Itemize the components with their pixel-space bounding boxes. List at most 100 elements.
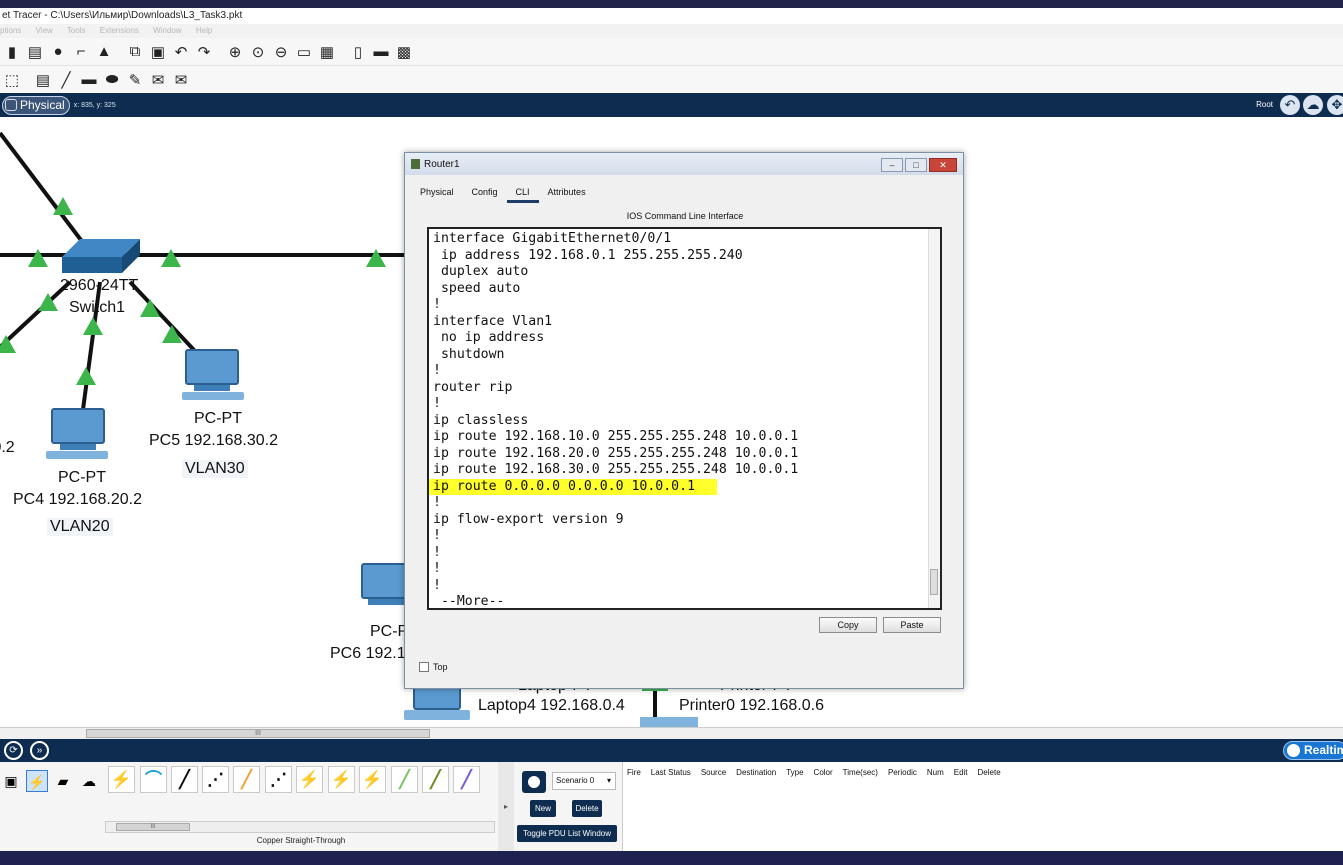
- realtime-label: Realtime: [1304, 743, 1343, 757]
- menu-extensions[interactable]: Extensions: [100, 26, 139, 35]
- workspace-hscroll-thumb[interactable]: III: [86, 729, 430, 738]
- copy-icon[interactable]: ⧉: [125, 42, 145, 62]
- image-icon[interactable]: ▩: [394, 42, 414, 62]
- minimize-icon[interactable]: ‒: [881, 158, 903, 172]
- fast-forward-icon[interactable]: »: [30, 741, 49, 760]
- paste-button[interactable]: Paste: [883, 617, 941, 633]
- auto-cable-icon[interactable]: ⚡: [108, 766, 135, 793]
- maximize-icon[interactable]: □: [905, 158, 927, 172]
- physical-mode-button[interactable]: Physical: [2, 95, 70, 115]
- app-title-bar: et Tracer - C:\Users\Ильмир\Downloads\L3…: [0, 8, 1343, 24]
- workspace-nav-bar: Physical x: 835, y: 325 Root ↶ ☁ ✥: [0, 93, 1343, 117]
- menu-window[interactable]: Window: [153, 26, 181, 35]
- usb-cable-icon[interactable]: ╱: [453, 766, 480, 793]
- rectangle-icon[interactable]: ▬: [79, 70, 99, 90]
- multiuser-category-icon[interactable]: ☁: [78, 770, 100, 792]
- fiber-cable-icon[interactable]: ╱: [233, 766, 260, 793]
- dialog-title: Router1: [424, 158, 460, 170]
- cluster-icon[interactable]: ▬: [371, 42, 391, 62]
- console-cable-icon[interactable]: ⌒: [140, 766, 167, 793]
- tab-physical[interactable]: Physical: [420, 187, 454, 203]
- serial-dce-cable-icon[interactable]: ⚡: [328, 766, 355, 793]
- end-devices-category-icon[interactable]: ▣: [0, 770, 22, 792]
- network-info-icon[interactable]: ⌐: [71, 42, 91, 62]
- misc-category-icon[interactable]: ▰: [52, 770, 74, 792]
- cli-line: shutdown: [433, 346, 505, 362]
- activity-wizard-icon[interactable]: ●: [48, 42, 68, 62]
- new-scenario-button[interactable]: New: [530, 800, 556, 817]
- cable-scroll-thumb[interactable]: III: [116, 823, 190, 831]
- custom-devices-dialog-icon[interactable]: ▦: [317, 42, 337, 62]
- menu-help[interactable]: Help: [196, 26, 212, 35]
- select-icon[interactable]: ⬚: [2, 70, 22, 90]
- drawing-palette-icon[interactable]: ▭: [294, 42, 314, 62]
- zoom-in-icon[interactable]: ⊕: [225, 42, 245, 62]
- coaxial-cable-icon[interactable]: ⚡: [296, 766, 323, 793]
- move-icon[interactable]: ✥: [1327, 95, 1343, 115]
- realtime-mode-button[interactable]: Realtime: [1283, 741, 1343, 760]
- switch-name-label: Switch1: [69, 299, 126, 316]
- power-cycle-icon[interactable]: ⟳: [4, 741, 23, 760]
- add-complex-pdu-icon[interactable]: ✉: [171, 70, 191, 90]
- scenario-value: Scenario 0: [556, 776, 595, 785]
- cli-line: ip classless: [433, 412, 529, 428]
- cable-scrollbar[interactable]: III: [105, 821, 495, 833]
- vlan20-label: VLAN20: [47, 518, 113, 536]
- cloud-icon[interactable]: ☁: [1303, 95, 1323, 115]
- top-checkbox-box[interactable]: [419, 662, 429, 672]
- copy-button[interactable]: Copy: [819, 617, 877, 633]
- ellipse-icon[interactable]: ⬬: [102, 70, 122, 90]
- workspace-hscrollbar[interactable]: III: [0, 727, 1343, 739]
- tab-config[interactable]: Config: [472, 187, 498, 203]
- menu-view[interactable]: View: [36, 26, 53, 35]
- pc6-type-label: PC-P: [370, 623, 409, 640]
- zoom-out-icon[interactable]: ⊖: [271, 42, 291, 62]
- cli-terminal[interactable]: interface GigabitEthernet0/0/1 ip addres…: [427, 227, 942, 610]
- undo-icon[interactable]: ↶: [171, 42, 191, 62]
- printer-name-label: Printer0 192.168.0.6: [679, 697, 824, 714]
- menu-bar: ptions View Tools Extensions Window Help: [0, 24, 1343, 38]
- cli-line: !: [433, 297, 441, 312]
- toggle-pdu-list-button[interactable]: Toggle PDU List Window: [517, 825, 617, 842]
- printer-icon: [640, 717, 698, 727]
- menu-options[interactable]: ptions: [0, 26, 21, 35]
- delete-scenario-button[interactable]: Delete: [572, 800, 602, 817]
- cli-scrollbar[interactable]: [928, 229, 940, 608]
- serial-dte-cable-icon[interactable]: ⚡: [359, 766, 386, 793]
- connections-category-icon[interactable]: ⚡: [26, 770, 48, 792]
- pc4-name-label: PC4 192.168.20.2: [13, 491, 142, 508]
- close-icon[interactable]: ✕: [929, 158, 957, 172]
- dialog-tabs: Physical Config CLI Attributes: [420, 187, 604, 203]
- octal-cable-icon[interactable]: ╱: [391, 766, 418, 793]
- cli-scroll-thumb[interactable]: [930, 569, 938, 595]
- add-simple-pdu-icon[interactable]: ✉: [148, 70, 168, 90]
- link-status-up-icon: [161, 249, 181, 267]
- custom-device-icon[interactable]: ▲: [94, 42, 114, 62]
- paste-icon[interactable]: ▣: [148, 42, 168, 62]
- print-icon[interactable]: ▤: [25, 42, 45, 62]
- zoom-reset-icon[interactable]: ⊙: [248, 42, 268, 62]
- crossover-cable-icon[interactable]: ⋰: [202, 766, 229, 793]
- phone-cable-icon[interactable]: ⋰: [265, 766, 292, 793]
- top-checkbox[interactable]: Top: [419, 662, 448, 672]
- tab-attributes[interactable]: Attributes: [548, 187, 586, 203]
- back-icon[interactable]: ↶: [1280, 95, 1300, 115]
- menu-tools[interactable]: Tools: [67, 26, 86, 35]
- straight-through-cable-icon[interactable]: ╱: [171, 766, 198, 793]
- save-icon[interactable]: ▮: [2, 42, 22, 62]
- dialog-title-bar[interactable]: Router1: [405, 153, 963, 175]
- pdu-list-table: Fire Last Status Source Destination Type…: [622, 762, 1343, 851]
- panel-splitter[interactable]: ▸: [498, 762, 514, 851]
- desktop-strip: [0, 0, 1343, 8]
- pdu-col-destination: Destination: [736, 768, 777, 777]
- note-icon[interactable]: ▤: [33, 70, 53, 90]
- freeform-icon[interactable]: ✎: [125, 70, 145, 90]
- physical-label: Physical: [20, 98, 65, 112]
- viewport-icon[interactable]: ▯: [348, 42, 368, 62]
- info-icon[interactable]: [522, 771, 546, 793]
- iot-cable-icon[interactable]: ╱: [422, 766, 449, 793]
- redo-icon[interactable]: ↷: [194, 42, 214, 62]
- tab-cli[interactable]: CLI: [506, 187, 539, 203]
- scenario-select[interactable]: Scenario 0 ▾: [552, 772, 616, 790]
- line-icon[interactable]: ╱: [56, 70, 76, 90]
